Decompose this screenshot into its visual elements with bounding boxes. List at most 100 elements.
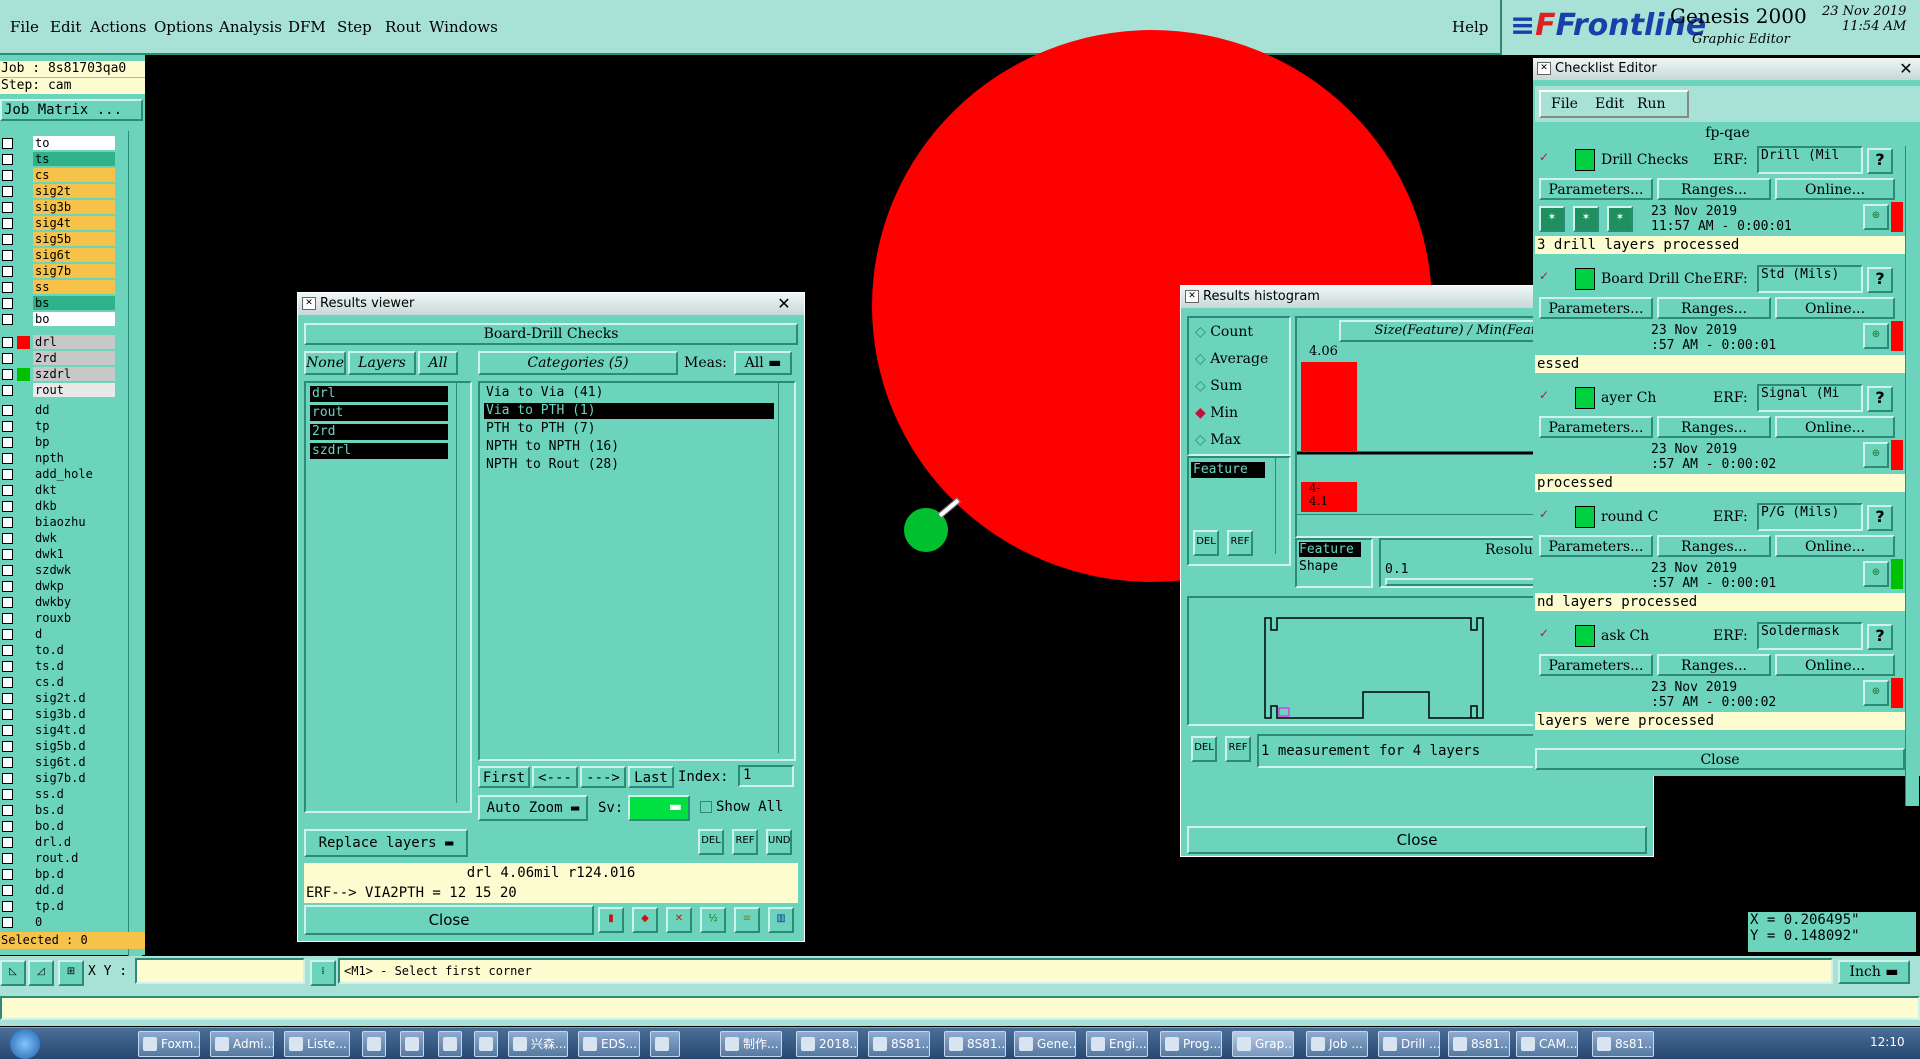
layer-name[interactable]: tp	[33, 419, 115, 433]
del-icon[interactable]: DEL	[1193, 530, 1219, 556]
layer-name[interactable]: bp.d	[33, 867, 115, 881]
stats-icon[interactable]: ½	[700, 907, 726, 933]
layer-checkbox[interactable]	[2, 250, 13, 261]
taskbar-item[interactable]: 8s81...	[1592, 1031, 1654, 1057]
layer-row[interactable]: d	[0, 627, 118, 642]
histogram-close-button[interactable]: Close	[1187, 826, 1647, 854]
layer-row[interactable]: npth	[0, 451, 118, 466]
layer-name[interactable]: cs	[33, 168, 115, 182]
del-icon[interactable]: DEL	[1191, 736, 1217, 762]
ce-scrollbar[interactable]	[1905, 146, 1919, 806]
layer-checkbox[interactable]	[2, 202, 13, 213]
layer-name[interactable]: ss.d	[33, 787, 115, 801]
sv-color-select[interactable]: ▬	[628, 795, 690, 821]
layer-name[interactable]: ts.d	[33, 659, 115, 673]
layer-name[interactable]: dwk	[33, 531, 115, 545]
radio-max[interactable]: ◇ Max	[1195, 432, 1241, 448]
layer-name[interactable]: dd	[33, 403, 115, 417]
layer-row[interactable]: ss	[0, 280, 118, 295]
ce-menu-file[interactable]: File	[1551, 94, 1578, 114]
rv-category-item[interactable]: NPTH to Rout (28)	[484, 457, 774, 473]
check-run-icon[interactable]	[1575, 149, 1595, 171]
online-button[interactable]: Online...	[1775, 297, 1895, 319]
help-icon[interactable]: ?	[1867, 624, 1893, 650]
rv-category-item[interactable]: Via to PTH (1)	[484, 403, 774, 419]
layer-name[interactable]: dwkby	[33, 595, 115, 609]
menu-help[interactable]: Help	[1452, 18, 1488, 36]
ranges-button[interactable]: Ranges...	[1657, 654, 1771, 676]
menu-step[interactable]: Step	[337, 18, 372, 36]
rv-close-button[interactable]: Close	[304, 905, 594, 935]
menu-analysis[interactable]: Analysis	[219, 18, 282, 36]
erf-field[interactable]: Signal (Mi	[1757, 384, 1863, 412]
taskbar-item[interactable]: 8S81...	[944, 1031, 1006, 1057]
rv-layer-scrollbar[interactable]	[456, 383, 470, 803]
menu-dfm[interactable]: DFM	[288, 18, 326, 36]
all-button[interactable]: All	[418, 351, 458, 375]
report-icon[interactable]: ▮	[598, 907, 624, 933]
rv-layer-item[interactable]: 2rd	[310, 424, 448, 440]
online-button[interactable]: Online...	[1775, 416, 1895, 438]
layer-checkbox[interactable]	[2, 581, 13, 592]
ranges-button[interactable]: Ranges...	[1657, 416, 1771, 438]
layer-row[interactable]: ts	[0, 152, 118, 167]
zoom-icon[interactable]: ⊕	[1863, 204, 1889, 230]
index-input[interactable]: 1	[738, 765, 794, 787]
chart-icon[interactable]: ◆	[632, 907, 658, 933]
layer-row[interactable]: dd	[0, 403, 118, 418]
taskbar-item[interactable]: 制作...	[720, 1031, 782, 1057]
layer-row[interactable]: sig6t.d	[0, 755, 118, 770]
close-icon[interactable]: ✕	[1892, 59, 1920, 78]
online-button[interactable]: Online...	[1775, 535, 1895, 557]
layer-checkbox[interactable]	[2, 757, 13, 768]
online-button[interactable]: Online...	[1775, 654, 1895, 676]
layer-checkbox[interactable]	[2, 186, 13, 197]
layer-checkbox[interactable]	[2, 645, 13, 656]
layer-checkbox[interactable]	[2, 821, 13, 832]
layer-row[interactable]: szdwk	[0, 563, 118, 578]
layer-row[interactable]: sig6t	[0, 248, 118, 263]
layer-row[interactable]: tp	[0, 419, 118, 434]
layer-row[interactable]: ss.d	[0, 787, 118, 802]
layer-name[interactable]: dkb	[33, 499, 115, 513]
check-enabled-checkbox[interactable]: ✓	[1539, 626, 1553, 640]
rv-layer-item[interactable]: drl	[310, 386, 448, 402]
notes-icon[interactable]: ≡	[734, 907, 760, 933]
layer-row[interactable]: sig4t	[0, 216, 118, 231]
taskbar-item[interactable]: Gene...	[1014, 1031, 1076, 1057]
erf-field[interactable]: Drill (Mil	[1757, 146, 1863, 174]
layer-name[interactable]: sig6t.d	[33, 755, 115, 769]
layer-row[interactable]: bp.d	[0, 867, 118, 882]
layer-checkbox[interactable]	[2, 337, 13, 348]
help-icon[interactable]: ?	[1867, 386, 1893, 412]
layer-checkbox[interactable]	[2, 154, 13, 165]
layer-checkbox[interactable]	[2, 385, 13, 396]
layer-name[interactable]: to	[33, 136, 115, 150]
histogram-icon[interactable]: ▥	[768, 907, 794, 933]
layer-name[interactable]: rouxb	[33, 611, 115, 625]
taskbar-item[interactable]: 8s81...	[1448, 1031, 1510, 1057]
layer-row[interactable]: ts.d	[0, 659, 118, 674]
menu-actions[interactable]: Actions	[90, 18, 146, 36]
parameters-button[interactable]: Parameters...	[1539, 178, 1653, 200]
taskbar-item[interactable]: Drill ...	[1378, 1031, 1440, 1057]
rv-category-scrollbar[interactable]	[778, 383, 792, 753]
layer-checkbox[interactable]	[2, 597, 13, 608]
layer-checkbox[interactable]	[2, 353, 13, 364]
layer-checkbox[interactable]	[2, 709, 13, 720]
layer-checkbox[interactable]	[2, 469, 13, 480]
menu-windows[interactable]: Windows	[429, 18, 498, 36]
del-icon[interactable]: DEL	[698, 829, 724, 855]
ranges-button[interactable]: Ranges...	[1657, 297, 1771, 319]
taskbar-item[interactable]: EDS...	[578, 1031, 640, 1057]
layer-checkbox[interactable]	[2, 549, 13, 560]
layer-name[interactable]: ts	[33, 152, 115, 166]
check-enabled-checkbox[interactable]: ✓	[1539, 269, 1553, 283]
layer-name[interactable]: dwk1	[33, 547, 115, 561]
select-icon[interactable]: ◺	[0, 960, 26, 986]
taskbar-item[interactable]: 2018...	[796, 1031, 858, 1057]
layer-row[interactable]: sig2t	[0, 184, 118, 199]
rv-category-item[interactable]: NPTH to NPTH (16)	[484, 439, 774, 455]
zoom-icon[interactable]: ⊕	[1863, 680, 1889, 706]
replace-layers-select[interactable]: Replace layers ▬	[304, 829, 468, 857]
